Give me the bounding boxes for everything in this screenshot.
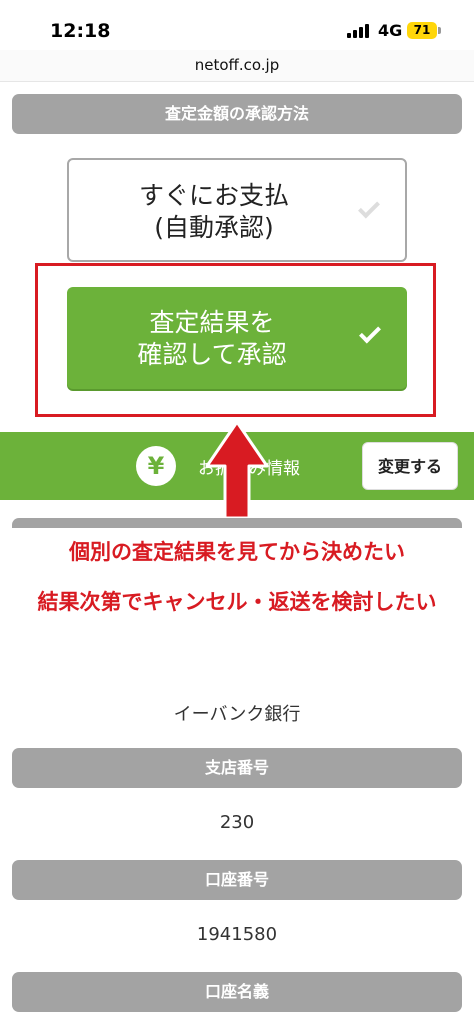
branch-number-value: 230 — [219, 812, 255, 833]
battery-level: 71 — [413, 23, 431, 37]
auto-approval-label: すぐにお支払 (自動承認) — [69, 180, 359, 244]
auto-approval-line1: すぐにお支払 — [138, 181, 289, 210]
yen-icon: ¥ — [136, 446, 176, 486]
account-number-value: 1941580 — [196, 924, 278, 945]
status-bar: 12:18 4G 71 — [0, 0, 474, 52]
battery-tip — [438, 27, 441, 34]
approval-section-title: 査定金額の承認方法 — [12, 94, 462, 134]
annotation-line1: 個別の査定結果を見てから決めたい — [0, 532, 474, 572]
annotation-line2: 結果次第でキャンセル・返送を検討したい — [0, 582, 474, 622]
auto-approval-option[interactable]: すぐにお支払 (自動承認) — [67, 158, 407, 262]
branch-number-label: 支店番号 — [12, 748, 462, 788]
battery-icon: 71 — [407, 22, 437, 39]
bank-name: イーバンク銀行 — [173, 704, 301, 725]
confirm-approval-line1: 査定結果を — [149, 308, 275, 337]
url-bar[interactable]: netoff.co.jp — [0, 50, 474, 82]
url-text: netoff.co.jp — [194, 56, 280, 74]
signal-icon — [347, 24, 371, 38]
check-icon — [358, 196, 380, 219]
change-button[interactable]: 変更する — [362, 442, 458, 490]
confirm-approval-option[interactable]: 査定結果を 確認して承認 — [67, 287, 407, 389]
confirm-approval-line2: 確認して承認 — [137, 340, 287, 369]
confirm-approval-label: 査定結果を 確認して承認 — [67, 307, 357, 371]
status-time: 12:18 — [50, 20, 111, 42]
account-holder-label: 口座名義 — [12, 972, 462, 1012]
check-icon — [359, 321, 381, 344]
auto-approval-line2: (自動承認) — [154, 213, 274, 242]
section-header-edge — [12, 518, 462, 528]
account-number-label: 口座番号 — [12, 860, 462, 900]
network-type: 4G — [378, 21, 403, 40]
red-arrow-icon — [205, 420, 269, 520]
